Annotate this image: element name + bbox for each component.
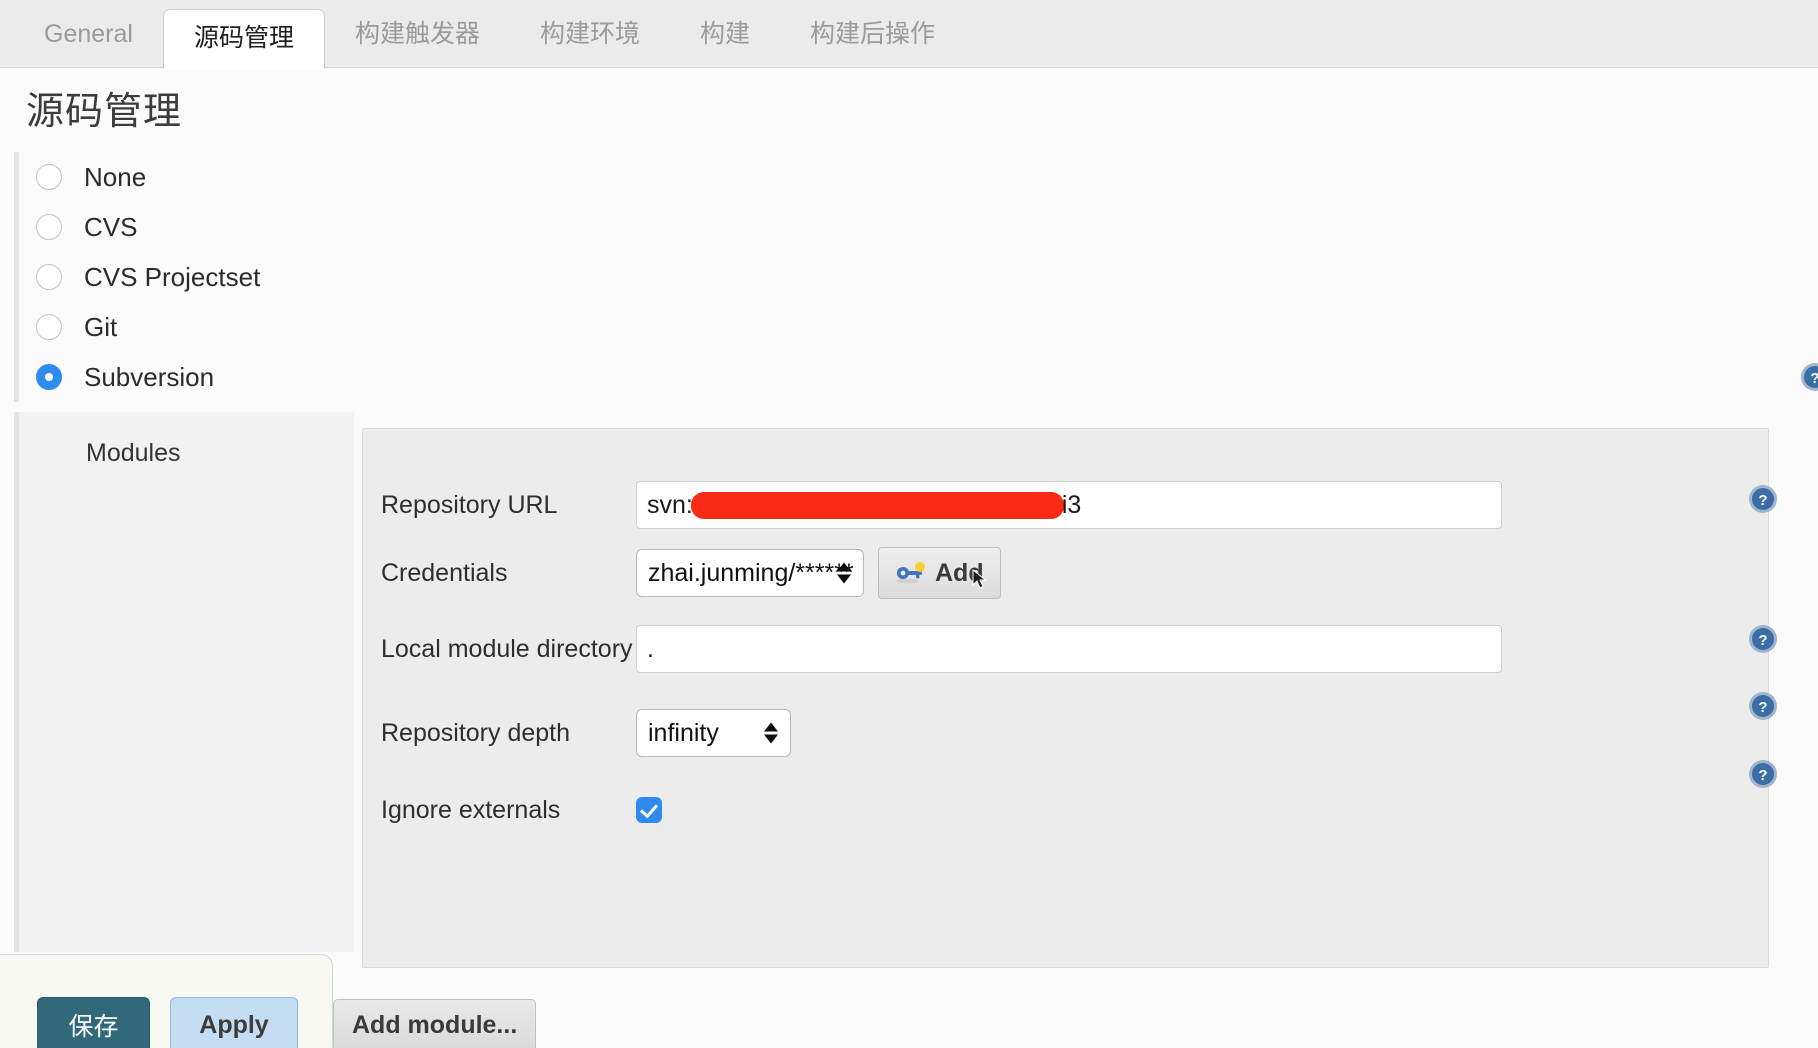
add-credentials-button[interactable]: Add [878, 547, 1001, 599]
tab-build-environment[interactable]: 构建环境 [510, 0, 670, 68]
ignore-externals-label: Ignore externals [381, 795, 561, 824]
svg-text:?: ? [1758, 767, 1767, 784]
radio-cvs[interactable] [36, 214, 62, 240]
svg-text:?: ? [1758, 632, 1767, 649]
modules-section: Modules Repository URL svn: i3 Credentia… [14, 412, 1818, 968]
page-title: 源码管理 [26, 91, 183, 133]
repository-url-prefix: svn: [647, 490, 693, 519]
tab-source-code-management[interactable]: 源码管理 [162, 9, 325, 69]
form-row-credentials: Credentials zhai.junming/****** Add [363, 539, 1768, 607]
tab-general[interactable]: General [14, 0, 163, 68]
form-action-bar: 保存 Apply [0, 954, 333, 1048]
ignore-externals-checkbox[interactable] [636, 797, 662, 823]
scm-option-label: Git [84, 311, 118, 342]
scm-option-cvs[interactable]: CVS [19, 202, 1818, 252]
scm-config-page: General 源码管理 构建触发器 构建环境 构建 构建后操作 源码管理 No… [0, 0, 1818, 1048]
repository-url-label: Repository URL [381, 490, 558, 519]
repository-depth-select[interactable]: infinity [636, 709, 791, 757]
scm-option-git[interactable]: Git [19, 302, 1818, 352]
repository-depth-value: infinity [648, 718, 719, 747]
svg-text:?: ? [1810, 370, 1818, 387]
tab-build-triggers[interactable]: 构建触发器 [325, 0, 510, 68]
apply-button[interactable]: Apply [170, 997, 298, 1048]
scm-option-label: None [84, 161, 147, 192]
help-icon-repository-url[interactable]: ? [1748, 484, 1778, 514]
form-row-ignore-externals: Ignore externals [363, 775, 1768, 845]
chevron-updown-icon [764, 722, 778, 744]
radio-git[interactable] [36, 314, 62, 340]
scm-options-group: None CVS CVS Projectset Git Subversion [14, 152, 1818, 402]
repository-depth-label: Repository depth [381, 718, 571, 747]
modules-section-label: Modules [86, 439, 181, 467]
scm-option-none[interactable]: None [19, 152, 1818, 202]
scm-option-label: CVS Projectset [84, 261, 261, 292]
add-module-button[interactable]: Add module... [333, 999, 537, 1048]
tab-post-build-actions[interactable]: 构建后操作 [780, 0, 965, 68]
scm-option-label: CVS [84, 211, 138, 242]
radio-cvs-projectset[interactable] [36, 264, 62, 290]
form-row-repository-url: Repository URL svn: i3 [363, 471, 1768, 539]
modules-left-column: Modules [14, 412, 354, 952]
help-icon-repository-depth[interactable]: ? [1748, 691, 1778, 721]
radio-none[interactable] [36, 164, 62, 190]
scm-option-label: Subversion [84, 361, 215, 392]
help-icon-ignore-externals[interactable]: ? [1748, 759, 1778, 789]
help-icon-subversion[interactable]: ? [1800, 362, 1818, 392]
svg-text:?: ? [1758, 699, 1767, 716]
scm-option-cvs-projectset[interactable]: CVS Projectset [19, 252, 1818, 302]
local-module-directory-input[interactable] [636, 625, 1502, 673]
repository-url-input[interactable]: svn: i3 [636, 481, 1502, 529]
local-module-directory-label: Local module directory [381, 634, 633, 663]
form-row-repository-depth: Repository depth infinity [363, 691, 1768, 775]
credentials-value: zhai.junming/****** [648, 558, 854, 587]
svg-text:?: ? [1758, 492, 1767, 509]
repository-url-suffix: i3 [1061, 490, 1082, 519]
credentials-select[interactable]: zhai.junming/****** [636, 549, 864, 597]
redaction-bar [690, 491, 1064, 519]
help-icon-local-module-directory[interactable]: ? [1748, 624, 1778, 654]
config-tab-bar: General 源码管理 构建触发器 构建环境 构建 构建后操作 [0, 0, 1818, 69]
save-button[interactable]: 保存 [37, 997, 150, 1048]
mouse-cursor-icon [972, 569, 987, 589]
chevron-updown-icon [837, 562, 851, 584]
modules-form-panel: Repository URL svn: i3 Credentials zhai.… [362, 428, 1777, 968]
credentials-label: Credentials [381, 558, 508, 587]
radio-subversion[interactable] [36, 364, 62, 390]
tab-build[interactable]: 构建 [670, 0, 780, 68]
scm-option-subversion[interactable]: Subversion [19, 352, 1818, 402]
form-row-local-module-directory: Local module directory [363, 607, 1768, 691]
key-icon [896, 562, 925, 584]
